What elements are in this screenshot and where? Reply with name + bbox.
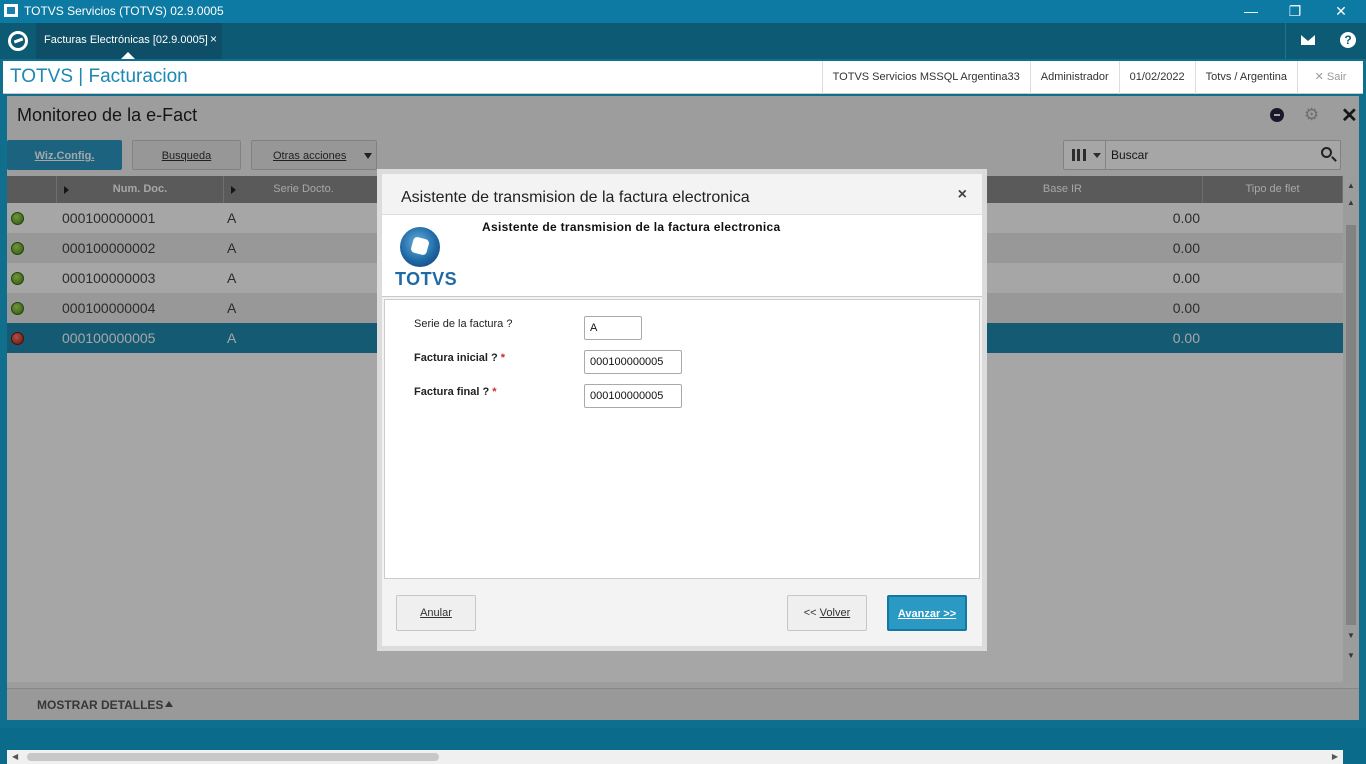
tab-facturas-electronicas[interactable]: Facturas Electrónicas [02.9.0005] × — [36, 23, 222, 59]
app-header: TOTVS | Facturacion TOTVS Servicios MSSQ… — [3, 61, 1363, 94]
wizard-dialog-frame: Asistente de transmision de la factura e… — [377, 169, 987, 651]
title-bar: TOTVS Servicios (TOTVS) 02.9.0005 — ❐ ✕ — [0, 0, 1366, 23]
dialog-close-icon[interactable]: × — [958, 186, 967, 204]
factura-final-field[interactable]: 000100000005 — [584, 384, 682, 408]
avanzar-button[interactable]: Avanzar >> — [887, 595, 967, 631]
close-icon: ✕ — [1314, 71, 1324, 83]
app-window: TOTVS Servicios (TOTVS) 02.9.0005 — ❐ ✕ … — [0, 0, 1366, 764]
banner-title: Asistente de transmision de la factura e… — [482, 220, 781, 234]
exit-label: Sair — [1326, 71, 1347, 83]
tab-bar: Facturas Electrónicas [02.9.0005] × ? — [0, 23, 1366, 59]
window-close-button[interactable]: ✕ — [1318, 0, 1364, 23]
date-label[interactable]: 01/02/2022 — [1118, 61, 1195, 94]
exit-button[interactable]: ✕ Sair — [1297, 61, 1363, 94]
horizontal-scroll-thumb[interactable] — [27, 753, 439, 761]
horizontal-scrollbar[interactable]: ◀ ▶ — [7, 750, 1343, 764]
required-marker: * — [500, 352, 506, 364]
serie-label: Serie de la factura ? — [414, 318, 513, 330]
window-title: TOTVS Servicios (TOTVS) 02.9.0005 — [24, 4, 224, 18]
dialog-form: Serie de la factura ? A Factura inicial … — [384, 299, 980, 579]
tab-active-indicator — [121, 52, 135, 59]
volver-button[interactable]: << Volver — [787, 595, 867, 631]
totvs-logo: TOTVS — [395, 225, 458, 289]
factura-inicial-label: Factura inicial ? * — [414, 352, 506, 364]
dialog-title: Asistente de transmision de la factura e… — [401, 189, 750, 206]
tabbar-divider — [1285, 23, 1286, 59]
restore-button[interactable]: ❐ — [1272, 0, 1318, 23]
app-window-icon — [4, 4, 18, 17]
dialog-banner: TOTVS Asistente de transmision de la fac… — [382, 214, 982, 297]
tab-close-icon[interactable]: × — [210, 32, 217, 46]
mail-icon[interactable] — [1301, 35, 1315, 45]
serie-field[interactable]: A — [584, 316, 642, 340]
factura-inicial-field[interactable]: 000100000005 — [584, 350, 682, 374]
header-info: TOTVS Servicios MSSQL Argentina33 Admini… — [821, 61, 1363, 94]
scroll-left-icon[interactable]: ◀ — [12, 752, 18, 761]
user-label[interactable]: Administrador — [1029, 61, 1119, 94]
anular-button[interactable]: Anular — [396, 595, 476, 631]
scroll-right-icon[interactable]: ▶ — [1332, 752, 1338, 761]
company-label[interactable]: Totvs / Argentina — [1194, 61, 1297, 94]
app-title: TOTVS | Facturacion — [10, 66, 188, 87]
tab-label: Facturas Electrónicas [02.9.0005] — [44, 34, 208, 46]
totvs-logo-text: TOTVS — [395, 269, 458, 289]
environment-label[interactable]: TOTVS Servicios MSSQL Argentina33 — [821, 61, 1030, 94]
totvs-menu-icon[interactable] — [8, 31, 28, 51]
minimize-button[interactable]: — — [1228, 0, 1274, 23]
help-icon[interactable]: ? — [1340, 32, 1356, 48]
totvs-globe-icon — [400, 227, 440, 267]
required-marker: * — [492, 386, 497, 398]
factura-final-label: Factura final ? * — [414, 386, 497, 398]
wizard-dialog: Asistente de transmision de la factura e… — [382, 174, 982, 646]
